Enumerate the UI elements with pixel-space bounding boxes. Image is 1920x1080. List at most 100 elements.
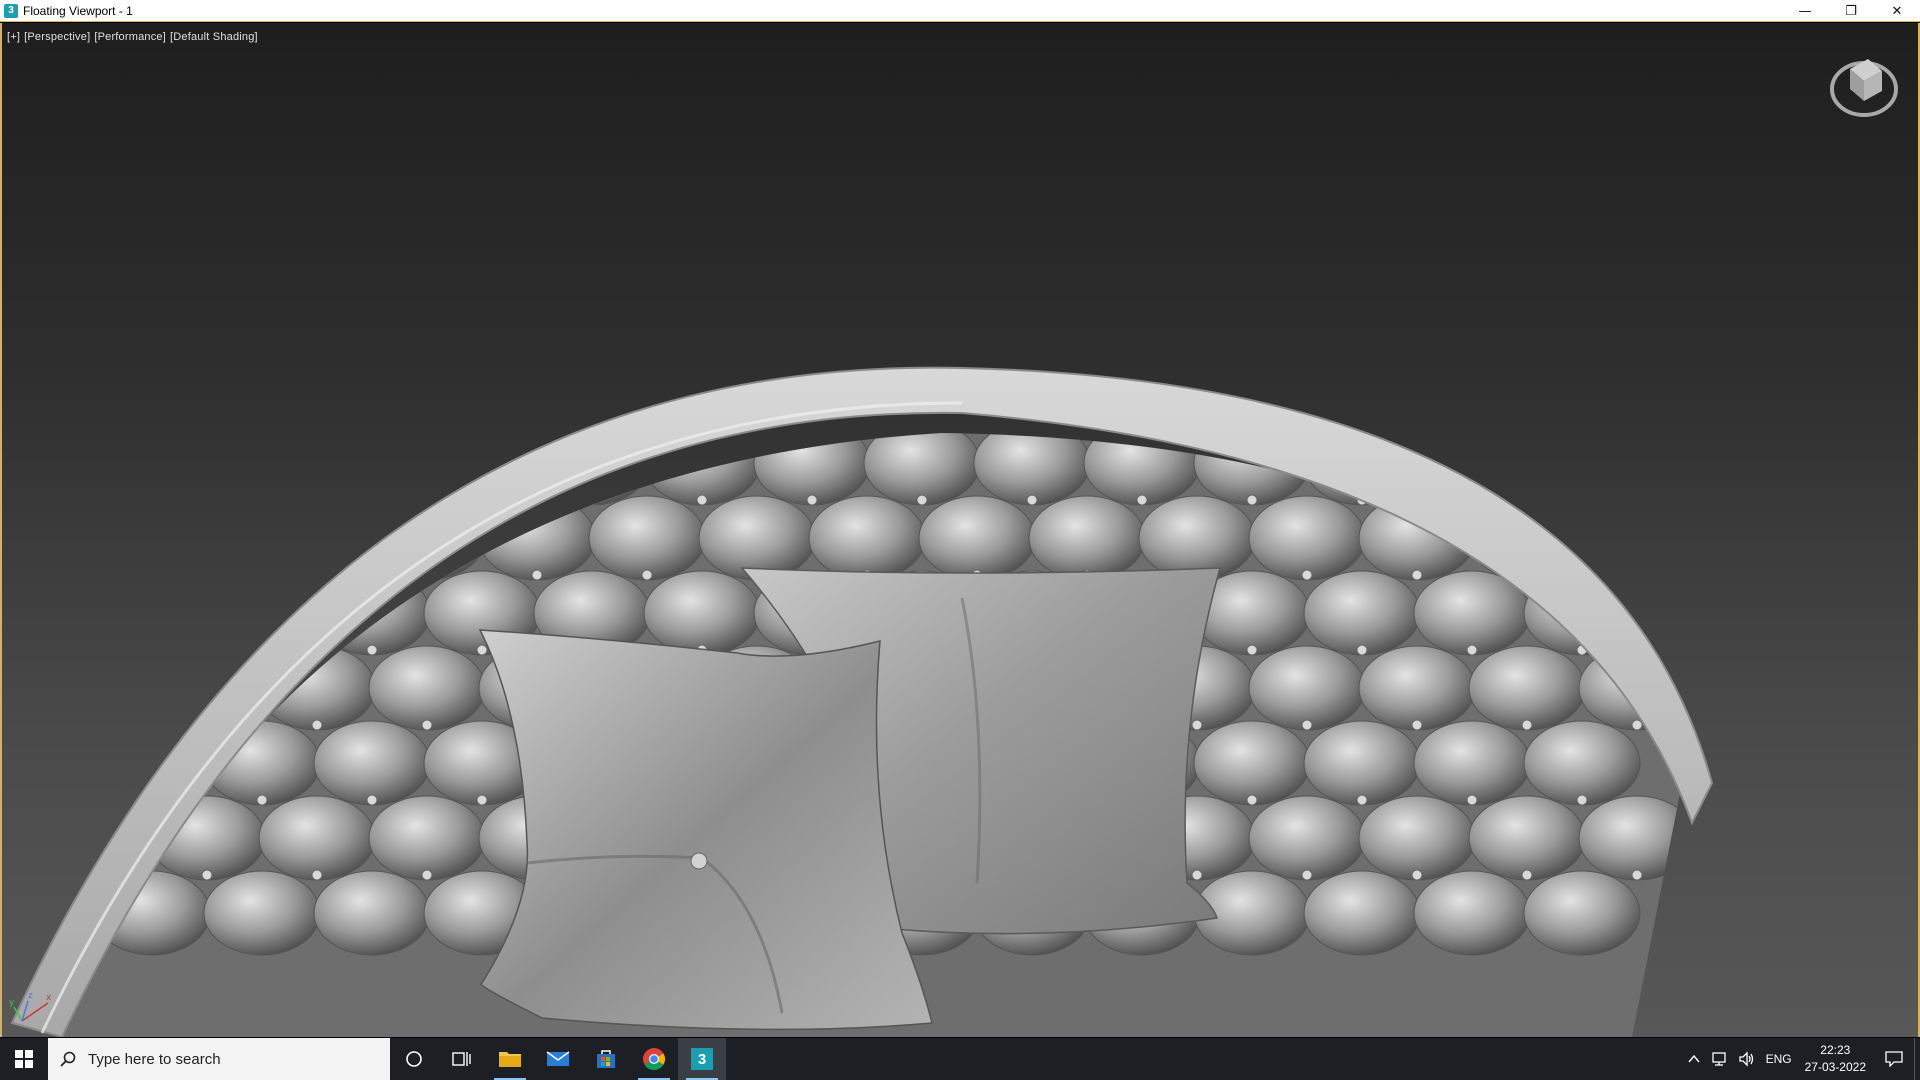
tuft-cushion: [1193, 720, 1311, 806]
tuft-cushion: [863, 433, 981, 506]
tuft-cushion: [918, 495, 1036, 581]
tuft-button: [422, 420, 432, 430]
tuft-cushion: [1303, 570, 1421, 656]
tuft-cushion: [698, 495, 816, 581]
tuft-cushion: [203, 433, 321, 506]
tuft-cushion: [368, 795, 486, 881]
cortana-button[interactable]: [390, 1038, 438, 1080]
window-controls: — ❐ ✕: [1782, 0, 1920, 22]
tuft-button: [1246, 794, 1258, 806]
tuft-cushion: [1138, 495, 1256, 581]
store-icon: [597, 1050, 615, 1068]
tuft-button: [1576, 494, 1588, 506]
tuft-button: [916, 494, 928, 506]
tuft-button: [1136, 494, 1148, 506]
tuft-button: [1301, 569, 1313, 581]
tuft-cushion: [93, 570, 211, 656]
tuft-cushion: [368, 645, 486, 731]
tuft-cushion: [1413, 720, 1531, 806]
language-indicator[interactable]: ENG: [1761, 1038, 1797, 1080]
tuft-cushion: [1468, 645, 1586, 731]
tuft-cushion: [1358, 795, 1476, 881]
axis-x-label: x: [46, 993, 52, 1003]
clock-time: 22:23: [1820, 1043, 1851, 1057]
file-explorer-icon: [499, 1052, 521, 1067]
3ds-max-app-icon[interactable]: 3: [4, 3, 18, 18]
viewport-pov-menu[interactable]: [Perspective]: [24, 31, 90, 43]
3ds-max-icon: 3: [691, 1048, 713, 1070]
tuft-button: [972, 420, 982, 430]
viewport-shading-menu[interactable]: [Default Shading]: [170, 31, 258, 43]
clock[interactable]: 22:23 27-03-2022: [1797, 1042, 1874, 1076]
tuft-button: [1521, 869, 1533, 881]
tuft-button: [421, 869, 433, 881]
task-view-icon: [452, 1052, 471, 1066]
tuft-button: [862, 420, 872, 430]
tuft-button: [366, 644, 378, 656]
tuft-button: [1631, 869, 1643, 881]
tuft-button: [1687, 645, 1697, 655]
network-icon: [1711, 1052, 1726, 1066]
speaker-icon: [1738, 1051, 1753, 1067]
tuft-button: [311, 569, 323, 581]
tuft-button: [1356, 644, 1368, 656]
tuft-button: [1246, 644, 1258, 656]
tuft-cushion: [1413, 870, 1531, 956]
axis-y-label: y: [9, 998, 15, 1008]
chrome-button[interactable]: [630, 1038, 678, 1080]
tuft-cushion: [808, 495, 926, 581]
viewcube-icon[interactable]: [1828, 49, 1900, 121]
sofa-model[interactable]: [2, 23, 1918, 1037]
3ds-max-taskbar-button[interactable]: 3: [678, 1038, 726, 1080]
tuft-button: [586, 494, 598, 506]
tuft-button: [1246, 494, 1258, 506]
volume-button[interactable]: [1733, 1038, 1761, 1080]
viewport-label-menu: [+] [Perspective] [Performance] [Default…: [7, 31, 258, 43]
tuft-button: [256, 794, 268, 806]
tuft-cushion: [1248, 495, 1366, 581]
tuft-button: [1412, 420, 1422, 430]
show-desktop-button[interactable]: [1914, 1038, 1920, 1080]
restore-button[interactable]: ❐: [1828, 0, 1874, 22]
tuft-cushion: [643, 570, 761, 656]
tuft-button: [1411, 869, 1423, 881]
tuft-cushion: [203, 870, 321, 956]
minimize-button[interactable]: —: [1782, 0, 1828, 22]
chevron-up-icon: [1688, 1054, 1700, 1063]
tuft-cushion: [588, 495, 706, 581]
tuft-button: [806, 494, 818, 506]
tuft-button: [1631, 719, 1643, 731]
cortana-icon: [406, 1051, 422, 1067]
task-view-button[interactable]: [438, 1038, 486, 1080]
tuft-cushion: [1468, 795, 1586, 881]
tuft-button: [1301, 869, 1313, 881]
notification-icon: [1885, 1051, 1903, 1067]
viewport-performance-menu[interactable]: [Performance]: [94, 31, 166, 43]
show-hidden-icons-button[interactable]: [1683, 1038, 1705, 1080]
tuft-cushion: [313, 720, 431, 806]
tuft-button: [1356, 794, 1368, 806]
notifications-button[interactable]: [1874, 1038, 1914, 1080]
network-button[interactable]: [1705, 1038, 1733, 1080]
viewport[interactable]: [+] [Perspective] [Performance] [Default…: [0, 23, 1920, 1037]
search-placeholder: Type here to search: [88, 1050, 221, 1068]
tuft-cushion: [1578, 795, 1682, 881]
tuft-button: [1411, 719, 1423, 731]
viewport-plus-menu[interactable]: [+]: [7, 31, 20, 43]
window-title: Floating Viewport - 1: [23, 3, 133, 18]
close-button[interactable]: ✕: [1874, 0, 1920, 22]
store-button[interactable]: [582, 1038, 630, 1080]
tuft-button: [366, 794, 378, 806]
tuft-cushion: [753, 433, 871, 506]
window-title-bar: 3 Floating Viewport - 1 — ❐ ✕: [0, 0, 1920, 22]
mail-button[interactable]: [534, 1038, 582, 1080]
file-explorer-button[interactable]: [486, 1038, 534, 1080]
start-button[interactable]: [0, 1038, 48, 1080]
tuft-button: [201, 869, 213, 881]
tuft-button: [1191, 719, 1203, 731]
taskbar-search-box[interactable]: Type here to search: [48, 1038, 390, 1080]
clock-date: 27-03-2022: [1804, 1060, 1866, 1074]
tuft-button: [1466, 644, 1478, 656]
tuft-button: [311, 719, 323, 731]
tuft-button: [641, 569, 653, 581]
